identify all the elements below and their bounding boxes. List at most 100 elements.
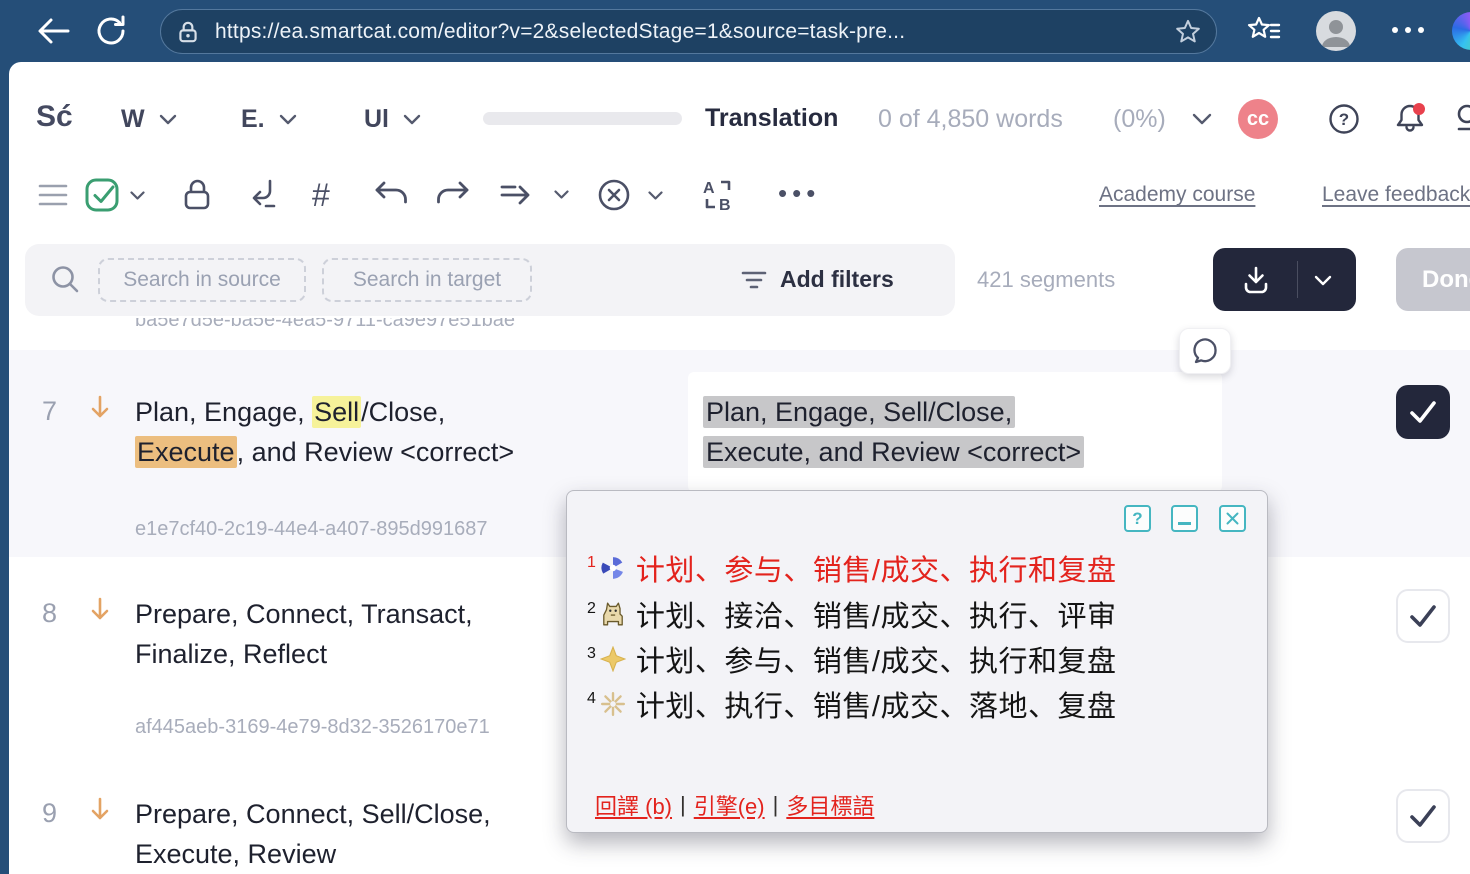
- segments-count: 421 segments: [977, 267, 1115, 293]
- entry-text: 计划、执行、销售/成交、落地、复盘: [636, 683, 1117, 725]
- comment-icon: [1191, 337, 1219, 365]
- close-icon: [1226, 512, 1239, 525]
- source-text-row-8[interactable]: Prepare, Connect, Transact, Finalize, Re…: [135, 594, 473, 674]
- circle-x-icon: [596, 177, 632, 213]
- popup-minimize-button[interactable]: [1171, 505, 1198, 532]
- translate-ab-icon[interactable]: AB: [700, 177, 736, 213]
- reload-button[interactable]: [93, 13, 129, 49]
- translation-entry[interactable]: 2 计划、接洽、销售/成交、执行、评审: [587, 593, 1116, 635]
- source-text-row-9[interactable]: Prepare, Connect, Sell/Close, Execute, R…: [135, 794, 491, 874]
- search-icon: [50, 264, 80, 294]
- source-plain: /Close,: [361, 397, 445, 427]
- academy-course-link[interactable]: Academy course: [1099, 183, 1255, 207]
- add-filters-button[interactable]: Add filters: [740, 266, 894, 293]
- check-icon: [1408, 399, 1438, 425]
- undo-icon[interactable]: [372, 180, 410, 210]
- address-bar[interactable]: https://ea.smartcat.com/editor?v=2&selec…: [160, 9, 1217, 54]
- download-split-button[interactable]: [1213, 248, 1356, 311]
- engines-link[interactable]: 引擎(e): [694, 789, 765, 821]
- minimize-icon: [1178, 522, 1191, 525]
- translation-entry[interactable]: 3 计划、参与、销售/成交、执行和复盘: [587, 638, 1116, 680]
- check-icon: [1408, 603, 1438, 629]
- alpaca-icon: [600, 601, 626, 627]
- clear-target-button[interactable]: [596, 177, 663, 213]
- entry-number: 2: [587, 600, 596, 618]
- segment-number: 7: [42, 396, 57, 427]
- browser-toolbar: https://ea.smartcat.com/editor?v=2&selec…: [0, 0, 1470, 62]
- site-lock-icon[interactable]: [175, 19, 201, 45]
- chevron-down-icon: [554, 190, 569, 199]
- back-button[interactable]: [34, 15, 72, 47]
- entry-text: 计划、参与、销售/成交、执行和复盘: [636, 547, 1117, 589]
- keyboard-layout-icon[interactable]: [1456, 102, 1470, 134]
- check-icon: [1408, 803, 1438, 829]
- confirm-segment-button[interactable]: [84, 177, 145, 213]
- popup-footer-links: 回譯 (b) | 引擎(e) | 多目標語: [595, 789, 874, 821]
- add-filters-label: Add filters: [780, 266, 894, 293]
- svg-text:A: A: [703, 180, 715, 197]
- source-text-row-7[interactable]: Plan, Engage, Sell/Close, Execute, and R…: [135, 392, 514, 472]
- browser-menu-button[interactable]: [1392, 27, 1424, 33]
- comment-bubble-button[interactable]: [1179, 328, 1231, 374]
- segment-id-row-8: af445aeb-3169-4e79-8d32-3526170e71: [135, 716, 490, 739]
- translation-entry[interactable]: 4 计划、执行、销售/成交、落地、复盘: [587, 683, 1116, 725]
- menu-u-label: Ul: [364, 105, 389, 134]
- done-button[interactable]: Done: [1396, 248, 1470, 311]
- copilot-icon[interactable]: [1452, 12, 1470, 50]
- search-in-target-input[interactable]: Search in target: [322, 258, 532, 302]
- entry-text: 计划、参与、销售/成交、执行和复盘: [636, 638, 1117, 680]
- clipped-segment-id: ba5e7d5e-ba5e-4ea5-9711-ca9e97e51bae: [135, 318, 605, 336]
- confirm-checkbox-row-8[interactable]: [1396, 589, 1450, 643]
- goto-segment-button[interactable]: [498, 180, 569, 208]
- download-icon: [1241, 265, 1271, 295]
- bookmark-star-icon[interactable]: [1174, 18, 1202, 46]
- menu-button-u[interactable]: Ul: [364, 105, 421, 134]
- target-cell-row-7[interactable]: Plan, Engage, Sell/Close, Execute, and R…: [688, 372, 1222, 492]
- hash-tags-icon[interactable]: #: [312, 177, 330, 214]
- url-text[interactable]: https://ea.smartcat.com/editor?v=2&selec…: [215, 20, 1164, 44]
- progress-chevron-icon[interactable]: [1192, 113, 1212, 125]
- starburst-icon: [600, 691, 626, 717]
- notifications-bell-icon[interactable]: [1392, 100, 1428, 136]
- source-plain: Plan, Engage,: [135, 397, 312, 427]
- segments-menu-icon[interactable]: [38, 182, 68, 208]
- more-tools-button[interactable]: •••: [778, 178, 820, 209]
- favorites-icon[interactable]: [1245, 15, 1281, 47]
- entry-number: 3: [587, 645, 596, 663]
- multi-target-link[interactable]: 多目標語: [786, 789, 874, 821]
- confirm-checkbox-row-9[interactable]: [1396, 789, 1450, 843]
- smartcat-logo[interactable]: Sć: [36, 100, 73, 134]
- link-separator: |: [773, 792, 779, 818]
- entry-number: 1: [587, 554, 596, 572]
- words-progress: 0 of 4,850 words: [878, 105, 1063, 134]
- chevron-down-icon: [130, 191, 145, 200]
- menu-e-label: E.: [241, 105, 265, 134]
- entry-number: 4: [587, 690, 596, 708]
- search-in-source-input[interactable]: Search in source: [98, 258, 306, 302]
- segment-id-row-7: e1e7cf40-2c19-44e4-a407-895d991687: [135, 518, 488, 541]
- translation-popup: ? 1 计划、参与、销售/成交、执行和复盘 2 计划、接洽、销售/成交、执行、评…: [566, 490, 1268, 833]
- goto-next-unconfirmed-icon[interactable]: [246, 177, 280, 211]
- help-icon[interactable]: ?: [1328, 103, 1360, 135]
- chevron-down-icon: [403, 114, 421, 125]
- popup-close-button[interactable]: [1219, 505, 1246, 532]
- leave-feedback-link[interactable]: Leave feedback: [1322, 183, 1470, 207]
- percent-label: (0%): [1113, 105, 1166, 134]
- user-avatar[interactable]: cc: [1238, 99, 1278, 139]
- confirm-checkbox-row-7[interactable]: [1396, 385, 1450, 439]
- profile-avatar[interactable]: [1316, 11, 1356, 51]
- translation-entry[interactable]: 1 计划、参与、销售/成交、执行和复盘: [587, 547, 1116, 589]
- button-divider: [1297, 261, 1298, 298]
- popup-help-button[interactable]: ?: [1124, 505, 1151, 532]
- menu-button-e[interactable]: E.: [241, 105, 297, 134]
- segment-number: 8: [42, 598, 57, 629]
- menu-w-label: W: [121, 105, 145, 134]
- menu-button-w[interactable]: W: [121, 105, 177, 134]
- stage-down-arrow-icon: [88, 796, 112, 824]
- progress-bar: [483, 112, 682, 125]
- gold-star-icon: [600, 646, 626, 672]
- redo-icon[interactable]: [434, 180, 472, 210]
- back-translate-link[interactable]: 回譯 (b): [595, 789, 672, 821]
- chevron-down-icon: [648, 191, 663, 200]
- lock-segment-icon[interactable]: [181, 178, 213, 212]
